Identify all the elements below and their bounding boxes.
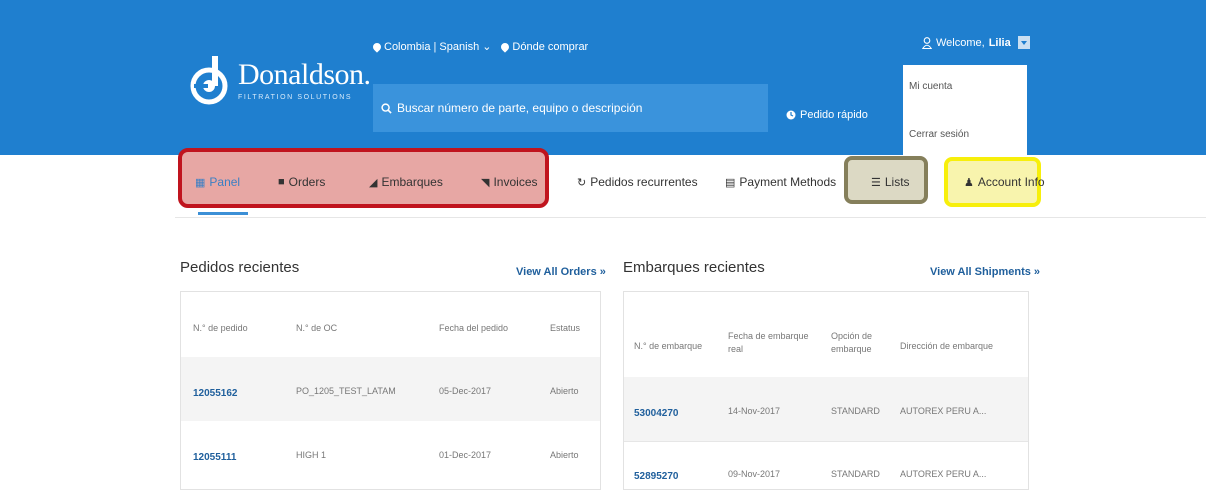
table-row: 12055162 PO_1205_TEST_LATAM 05-Dec-2017 … xyxy=(181,357,600,421)
ship-date: 14-Nov-2017 xyxy=(728,406,781,416)
ship-option: STANDARD xyxy=(831,469,880,479)
table-row: 12055111 HIGH 1 01-Dec-2017 Abierto xyxy=(181,421,600,485)
tab-lists-label: Lists xyxy=(884,175,910,189)
user-icon xyxy=(922,36,932,49)
active-tab-indicator xyxy=(198,212,248,215)
order-status: Abierto xyxy=(550,386,579,396)
order-number-link[interactable]: 12055111 xyxy=(193,451,236,464)
tab-invoices-label: Invoices xyxy=(493,175,538,189)
view-all-orders-link[interactable]: View All Orders » xyxy=(516,266,606,278)
shipment-number-link[interactable]: 53004270 xyxy=(634,407,679,420)
tag-icon: ◥ xyxy=(481,176,490,189)
truck-icon: ◢ xyxy=(369,176,378,189)
tab-orders-label: Orders xyxy=(288,175,326,189)
search-icon xyxy=(381,102,392,114)
tab-pedidos-recurrentes[interactable]: ↻ Pedidos recurrentes xyxy=(577,175,698,189)
tab-account-info-label: Account Info xyxy=(977,175,1045,189)
menu-item-my-account[interactable]: Mi cuenta xyxy=(903,81,952,92)
tab-embarques[interactable]: ◢ Embarques xyxy=(369,175,443,189)
column-header: N.° de OC xyxy=(296,323,338,333)
region-selector[interactable]: Colombia | Spanish ⌄ xyxy=(371,40,492,53)
quick-order-icon xyxy=(786,110,796,120)
where-to-buy-label: Dónde comprar xyxy=(512,40,589,53)
account-dropdown: Mi cuenta Cerrar sesión xyxy=(903,65,1027,155)
user-icon: ♟ xyxy=(964,176,974,189)
order-date: 05-Dec-2017 xyxy=(439,386,492,396)
user-name: Lilia xyxy=(988,36,1011,49)
list-icon: ☰ xyxy=(871,176,881,189)
recent-orders-table: N.° de pedido N.° de OC Fecha del pedido… xyxy=(180,291,601,490)
order-status: Abierto xyxy=(550,450,579,460)
tab-orders[interactable]: ■ Orders xyxy=(278,175,325,189)
nav-divider xyxy=(175,217,1206,218)
credit-card-icon: ▤ xyxy=(725,176,736,189)
column-header: N.° de embarque xyxy=(634,341,703,351)
chevron-down-icon: ⌄ xyxy=(482,41,492,53)
recent-shipments-table: N.° de embarque Fecha de embarque real O… xyxy=(623,291,1029,490)
orders-icon: ■ xyxy=(278,176,285,188)
order-number-link[interactable]: 12055162 xyxy=(193,387,238,400)
column-header: Estatus xyxy=(550,323,581,333)
location-pin-icon xyxy=(499,40,512,53)
column-header: N.° de pedido xyxy=(193,323,248,333)
tab-account-info[interactable]: ♟ Account Info xyxy=(964,175,1045,189)
column-header: Opción de embarque xyxy=(831,331,873,354)
where-to-buy-link[interactable]: Dónde comprar xyxy=(499,40,589,53)
recent-shipments-title: Embarques recientes xyxy=(623,259,765,276)
ship-option: STANDARD xyxy=(831,406,880,416)
view-all-shipments-link[interactable]: View All Shipments » xyxy=(930,266,1040,278)
po-number: PO_1205_TEST_LATAM xyxy=(296,386,396,396)
order-date: 01-Dec-2017 xyxy=(439,450,492,460)
recent-orders-title: Pedidos recientes xyxy=(180,259,300,276)
dashboard-nav: ▦ Panel ■ Orders ◢ Embarques ◥ Invoices … xyxy=(0,155,1206,217)
donaldson-logo[interactable]: Donaldson. FILTRATION SOLUTIONS xyxy=(190,52,371,108)
tab-lists[interactable]: ☰ Lists xyxy=(871,175,910,189)
tab-invoices[interactable]: ◥ Invoices xyxy=(481,175,538,189)
tab-payment-methods-label: Payment Methods xyxy=(739,175,837,189)
location-pin-icon xyxy=(371,40,383,53)
quick-order-label: Pedido rápido xyxy=(800,109,868,121)
shipment-number-link[interactable]: 52895270 xyxy=(634,470,679,483)
column-header: Dirección de embarque xyxy=(900,341,994,351)
account-menu-toggle[interactable]: Welcome, Lilia xyxy=(922,36,1030,49)
po-number: HIGH 1 xyxy=(296,450,327,460)
table-row: 53004270 14-Nov-2017 STANDARD AUTOREX PE… xyxy=(624,377,1028,441)
tab-panel[interactable]: ▦ Panel xyxy=(195,175,240,189)
search-input[interactable]: Buscar número de parte, equipo o descrip… xyxy=(373,84,768,132)
welcome-label: Welcome, xyxy=(936,36,985,49)
brand-tagline: FILTRATION SOLUTIONS xyxy=(238,93,353,101)
menu-item-sign-out[interactable]: Cerrar sesión xyxy=(903,129,969,140)
search-placeholder: Buscar número de parte, equipo o descrip… xyxy=(397,101,643,115)
region-label: Colombia | Spanish xyxy=(384,40,480,53)
tab-embarques-label: Embarques xyxy=(381,175,443,189)
column-header: Fecha de embarque real xyxy=(728,331,809,354)
caret-down-icon[interactable] xyxy=(1017,36,1030,49)
donaldson-logo-icon xyxy=(190,52,228,108)
tab-pedidos-recurrentes-label: Pedidos recurrentes xyxy=(590,175,698,189)
quick-order-link[interactable]: Pedido rápido xyxy=(786,109,868,121)
table-row: 52895270 09-Nov-2017 STANDARD AUTOREX PE… xyxy=(624,442,1028,490)
tab-panel-label: Panel xyxy=(209,175,241,189)
refresh-icon: ↻ xyxy=(577,176,587,189)
column-header: Fecha del pedido xyxy=(439,323,509,333)
ship-address: AUTOREX PERU A... xyxy=(900,469,987,479)
ship-date: 09-Nov-2017 xyxy=(728,469,781,479)
ship-address: AUTOREX PERU A... xyxy=(900,406,987,416)
tab-payment-methods[interactable]: ▤ Payment Methods xyxy=(725,175,836,189)
brand-name: Donaldson. xyxy=(238,57,371,91)
calendar-icon: ▦ xyxy=(195,176,206,189)
